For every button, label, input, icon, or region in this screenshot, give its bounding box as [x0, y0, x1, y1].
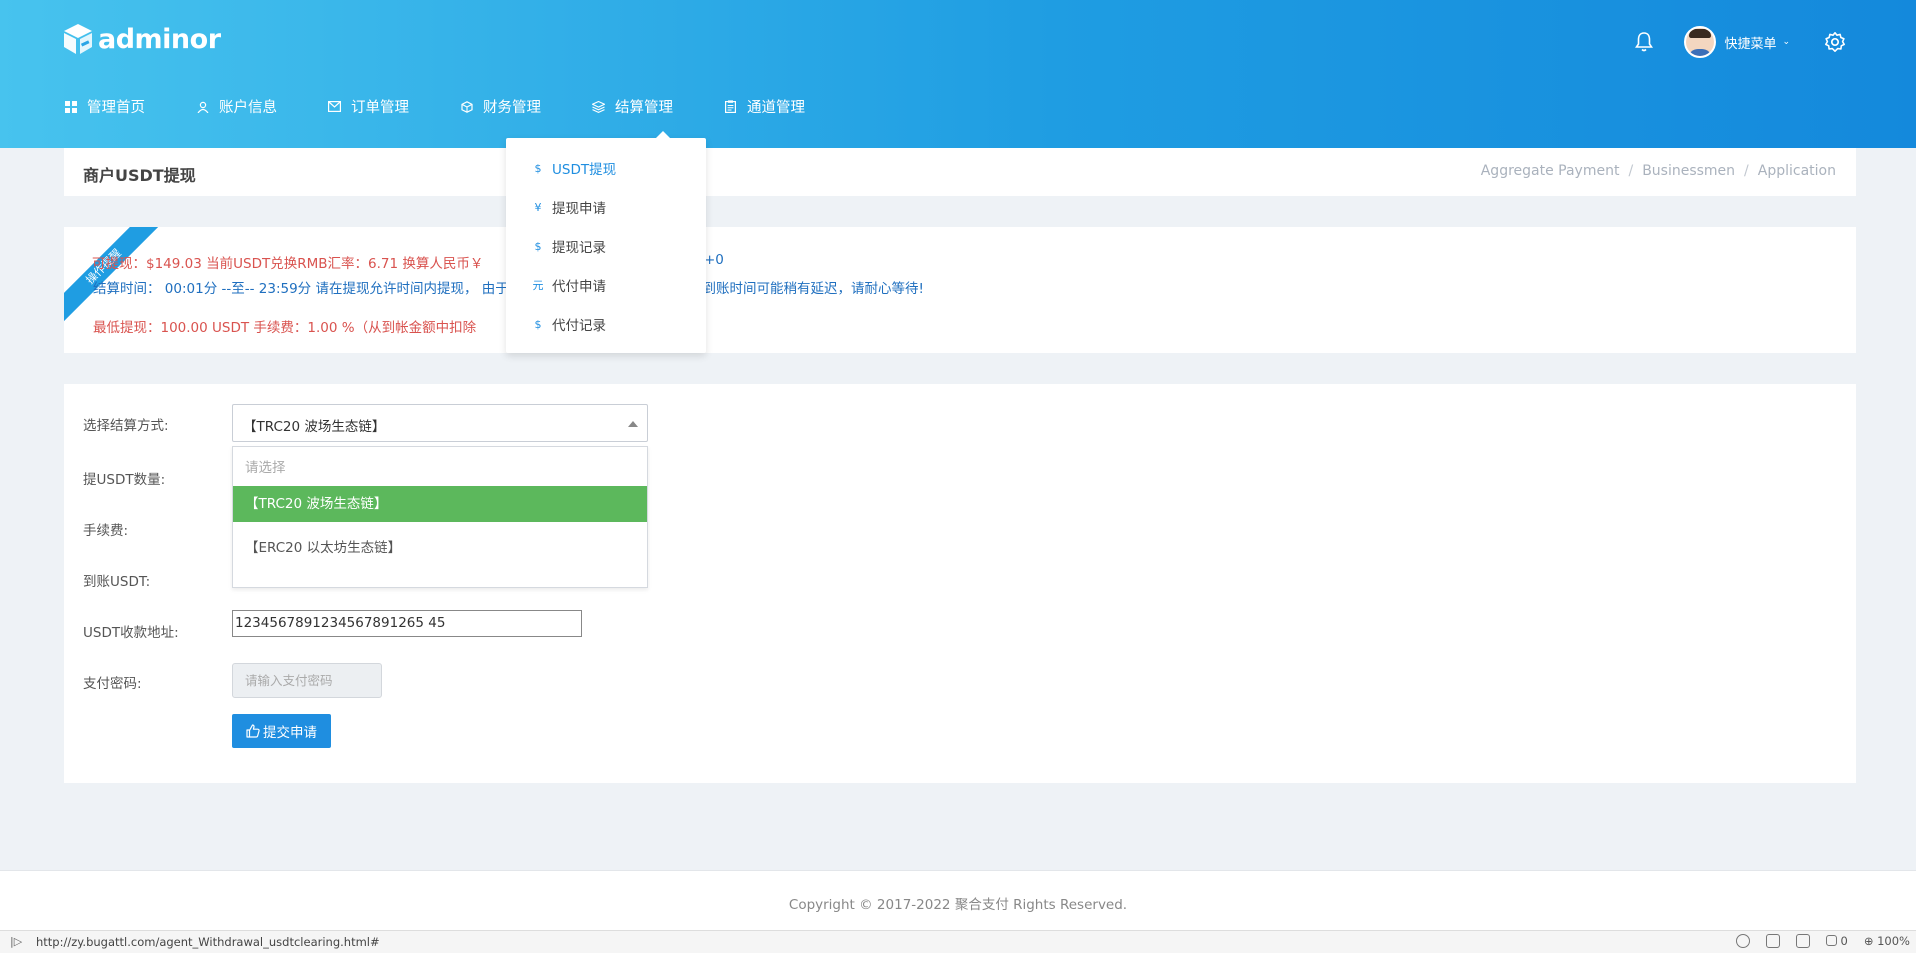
notice-balance-line: 可提现：$149.03 当前USDT兑换RMB汇率：6.71 换算人民币￥	[92, 256, 484, 272]
breadcrumb-item[interactable]: Businessmen	[1642, 163, 1735, 179]
breadcrumb-item: Application	[1757, 163, 1836, 179]
address-input[interactable]: 1234567891234567891265 45	[232, 610, 582, 637]
bell-icon[interactable]	[1634, 31, 1654, 53]
nav-item-finance[interactable]: 财务管理	[460, 96, 541, 117]
dashboard-icon	[64, 100, 77, 113]
block-icon	[1826, 935, 1838, 946]
status-count-value: 0	[1840, 934, 1848, 948]
dollar-slash-icon: $	[534, 239, 542, 253]
avatar-hair	[1689, 29, 1712, 38]
browser-status-bar: |▷ http://zy.bugattl.com/agent_Withdrawa…	[0, 930, 1916, 953]
box-icon	[460, 100, 473, 113]
notice-fee-line: 最低提现：100.00 USDT 手续费：1.00 %（从到帐金额中扣除	[93, 320, 477, 336]
nav-item-label: 通道管理	[747, 100, 805, 116]
breadcrumb-item[interactable]: Aggregate Payment	[1481, 163, 1620, 179]
nav-item-orders[interactable]: 订单管理	[328, 96, 409, 117]
method-dropdown: 请选择 【TRC20 波场生态链】 【ERC20 以太坊生态链】	[232, 446, 648, 588]
nav-item-dashboard[interactable]: 管理首页	[64, 96, 145, 117]
nav-item-label: 管理首页	[87, 100, 145, 116]
avatar-shirt	[1688, 49, 1713, 56]
submit-button[interactable]: 提交申请	[232, 714, 331, 748]
menu-item-label: USDT提现	[552, 162, 617, 178]
copyright: Copyright © 2017-2022 聚合支付 Rights Reserv…	[788, 897, 1128, 913]
top-header: adminor 管理首页 账户信息 订单管理 财务管理 结算管理 通道管理 快捷…	[0, 0, 1916, 148]
status-count: 0	[1826, 934, 1848, 948]
submit-button-label: 提交申请	[263, 725, 317, 741]
cube-logo-icon	[64, 24, 92, 54]
shield-icon[interactable]	[1736, 934, 1751, 948]
nav-item-account[interactable]: 账户信息	[196, 96, 277, 117]
thumbs-up-icon	[246, 724, 260, 738]
method-select[interactable]: 【TRC20 波场生态链】	[232, 404, 648, 442]
page-title: 商户USDT提现	[83, 166, 196, 185]
method-label: 选择结算方式:	[83, 418, 169, 434]
user-icon	[196, 100, 209, 113]
dropdown-option-selected[interactable]: 【TRC20 波场生态链】	[233, 486, 647, 522]
layers-icon	[592, 100, 605, 113]
arrival-label: 到账USDT:	[83, 574, 151, 590]
settlement-menu: $ USDT提现 ¥ 提现申请 $ 提现记录 元 代付申请 $ 代付记录	[506, 131, 706, 353]
menu-item-label: 代付申请	[552, 279, 606, 295]
nav-item-label: 财务管理	[483, 100, 541, 116]
footer: Copyright © 2017-2022 聚合支付 Rights Reserv…	[0, 870, 1916, 930]
notice-panel: 操作提醒 可提现：$149.03 当前USDT兑换RMB汇率：6.71 换算人民…	[64, 227, 1856, 353]
chevron-down-icon[interactable]: ⌄	[1782, 37, 1790, 47]
menu-item-label: 代付记录	[552, 318, 606, 334]
dollar-icon: $	[534, 161, 542, 175]
breadcrumb-separator: /	[1628, 163, 1634, 179]
method-select-value: 【TRC20 波场生态链】	[243, 419, 386, 435]
breadcrumb: Aggregate Payment / Businessmen / Applic…	[1481, 163, 1836, 179]
amount-label: 提USDT数量:	[83, 472, 166, 488]
zoom-value: 100%	[1877, 934, 1910, 948]
address-label: USDT收款地址:	[83, 625, 179, 641]
notice-time-line: 结算时间： 00:01分 --至-- 23:59分 请在提现允许时间内提现， 由…	[93, 281, 509, 297]
clipboard-icon	[724, 100, 737, 113]
menu-item-label: 提现记录	[552, 240, 606, 256]
notice-ribbon: 操作提醒	[64, 227, 161, 324]
yuan-icon: 元	[532, 279, 544, 292]
menu-item-withdraw-apply[interactable]: ¥ 提现申请	[532, 197, 607, 218]
breadcrumb-separator: /	[1744, 163, 1749, 179]
play-icon[interactable]: |▷	[10, 935, 22, 948]
password-input[interactable]: 请输入支付密码	[232, 663, 382, 698]
gear-icon[interactable]	[1824, 31, 1846, 53]
main-nav: 管理首页 账户信息 订单管理 财务管理 结算管理 通道管理	[64, 96, 856, 117]
withdraw-form: 选择结算方式: 【TRC20 波场生态链】 提USDT数量: 手续费: 到账US…	[64, 384, 1856, 783]
dollar-icon: $	[534, 317, 542, 331]
zoom-level[interactable]: ⊕ 100%	[1864, 934, 1910, 948]
zoom-icon: ⊕	[1863, 934, 1874, 948]
nav-item-channels[interactable]: 通道管理	[724, 96, 805, 117]
notice-time-tail: ，到账时间可能稍有延迟，请耐心等待!	[689, 281, 924, 297]
nav-item-settlement[interactable]: 结算管理	[592, 96, 673, 117]
status-right: 0 ⊕ 100%	[1736, 934, 1910, 948]
menu-item-label: 提现申请	[552, 201, 606, 217]
menu-item-payout-apply[interactable]: 元 代付申请	[532, 275, 607, 295]
dropdown-option[interactable]: 【ERC20 以太坊生态链】	[233, 530, 647, 566]
yen-icon: ¥	[534, 200, 542, 214]
page-title-bar: 商户USDT提现 Aggregate Payment / Businessmen…	[64, 148, 1856, 196]
logo[interactable]: adminor	[62, 22, 221, 56]
speaker-icon[interactable]	[1766, 934, 1781, 948]
download-icon[interactable]	[1796, 934, 1811, 948]
password-label: 支付密码:	[83, 676, 142, 692]
fee-label: 手续费:	[83, 523, 129, 539]
logo-text: adminor	[98, 23, 221, 55]
nav-item-label: 订单管理	[351, 100, 409, 116]
mail-icon	[328, 100, 341, 113]
menu-item-withdraw-records[interactable]: $ 提现记录	[532, 236, 607, 257]
caret-up-icon	[628, 421, 638, 427]
quick-menu-label[interactable]: 快捷菜单	[1724, 33, 1776, 52]
avatar[interactable]	[1684, 26, 1717, 58]
menu-item-usdt-withdraw[interactable]: $ USDT提现	[532, 158, 617, 179]
notice-balance-tail: +0	[704, 252, 724, 268]
dropdown-option[interactable]: 请选择	[233, 450, 647, 486]
menu-item-payout-records[interactable]: $ 代付记录	[532, 314, 607, 335]
nav-item-label: 账户信息	[219, 100, 277, 116]
status-url: http://zy.bugattl.com/agent_Withdrawal_u…	[36, 935, 380, 949]
header-actions: 快捷菜单 ⌄	[1634, 26, 1846, 58]
nav-item-label: 结算管理	[615, 100, 673, 116]
